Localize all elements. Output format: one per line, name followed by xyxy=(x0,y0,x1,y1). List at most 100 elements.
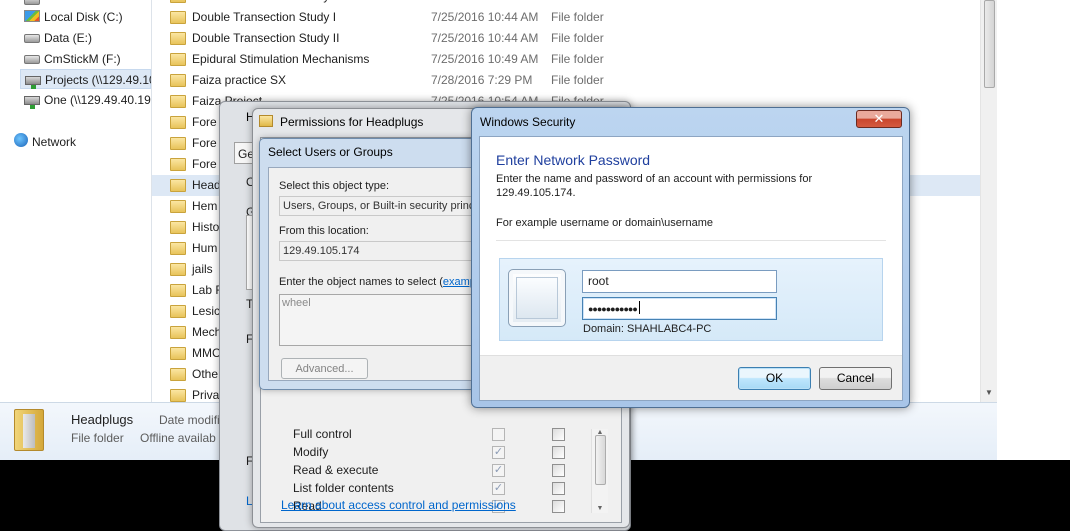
explorer-scrollbar[interactable]: ▼ xyxy=(980,0,997,402)
file-name: Double Transection Study II xyxy=(192,31,340,45)
file-name: Head xyxy=(192,178,221,192)
folder-icon xyxy=(170,116,186,129)
allow-checkbox[interactable]: ✓ xyxy=(492,482,505,495)
location-label: From this location: xyxy=(279,225,369,237)
file-row[interactable]: Double Transection Study II 7/25/2016 10:… xyxy=(152,28,980,49)
nav-item-projects[interactable]: Projects (\\129.49.10 xyxy=(20,69,151,89)
learn-permissions-link[interactable]: Learn about access control and permissio… xyxy=(281,498,516,512)
network-drive-icon xyxy=(25,76,41,89)
permission-label: List folder contents xyxy=(293,481,394,495)
password-input[interactable]: ●●●●●●●●●●● xyxy=(582,297,777,320)
object-names-input[interactable]: wheel xyxy=(279,294,479,346)
allow-checkbox[interactable]: ✓ xyxy=(492,446,505,459)
file-type: File folder xyxy=(551,52,604,66)
separator xyxy=(496,240,886,241)
scroll-down-arrow-icon[interactable]: ▼ xyxy=(592,505,608,513)
allow-checkbox[interactable] xyxy=(492,428,505,441)
folder-icon xyxy=(170,74,186,87)
folder-icon xyxy=(170,326,186,339)
details-offline-label: Offline availab xyxy=(140,431,216,445)
navigation-pane: Local Disk (C:) Data (E:) CmStickM (F:) … xyxy=(0,0,152,402)
scrollbar-thumb[interactable] xyxy=(595,435,606,485)
dialog-footer: OK Cancel xyxy=(480,355,902,400)
file-row[interactable]: Epidural Stimulation Mechanisms 7/25/2016… xyxy=(152,49,980,70)
network-icon xyxy=(14,133,28,147)
deny-checkbox[interactable] xyxy=(552,428,565,441)
details-name: Headplugs xyxy=(71,412,134,427)
drive-icon xyxy=(24,55,40,64)
dialog-title: Permissions for Headplugs xyxy=(280,115,424,129)
security-heading: Enter Network Password xyxy=(496,152,651,168)
file-date: 7/25/2016 10:44 AM xyxy=(431,10,539,24)
file-name: MMC xyxy=(192,346,221,360)
scrollbar-thumb[interactable] xyxy=(984,0,995,88)
deny-checkbox[interactable] xyxy=(552,500,565,513)
folder-icon xyxy=(170,137,186,150)
folder-icon xyxy=(170,242,186,255)
file-date: 7/28/2016 7:29 PM xyxy=(431,73,533,87)
scroll-down-arrow-icon[interactable]: ▼ xyxy=(981,386,997,400)
folder-icon xyxy=(170,95,186,108)
deny-checkbox[interactable] xyxy=(552,446,565,459)
nav-item-data[interactable]: Data (E:) xyxy=(24,28,92,48)
password-mask: ●●●●●●●●●●● xyxy=(588,304,638,314)
folder-icon xyxy=(170,284,186,297)
details-date-label: Date modifi xyxy=(159,413,220,427)
close-icon[interactable]: ✕ xyxy=(856,110,902,128)
file-row[interactable]: Faiza practice SX 7/28/2016 7:29 PM File f… xyxy=(152,70,980,91)
file-name: Hem xyxy=(192,199,218,213)
nav-item-network[interactable]: Network xyxy=(14,132,76,152)
dialog-title: Select Users or Groups xyxy=(268,145,393,159)
security-description: Enter the name and password of an accoun… xyxy=(496,173,813,199)
nav-item-local-disk[interactable]: Local Disk (C:) xyxy=(24,7,123,27)
folder-large-icon xyxy=(14,409,44,451)
select-users-dialog: Select Users or Groups Select this objec… xyxy=(259,138,490,390)
file-name: Priva xyxy=(192,388,220,402)
file-row[interactable]: Double Transection Study I 7/25/2016 10:4… xyxy=(152,7,980,28)
file-type: File folder xyxy=(551,73,604,87)
file-date: 7/25/2016 10:49 AM xyxy=(431,52,539,66)
folder-icon xyxy=(170,32,186,45)
text-cursor xyxy=(638,301,640,314)
folder-icon xyxy=(170,221,186,234)
ok-button[interactable]: OK xyxy=(738,367,811,390)
file-name: jails xyxy=(192,262,213,276)
nav-item-one[interactable]: One (\\129.49.40.191 xyxy=(24,90,152,110)
username-input[interactable]: root xyxy=(582,270,777,293)
file-row[interactable]: Double Transection Study II 7/25/2016 10:… xyxy=(152,0,980,7)
permission-label: Read & execute xyxy=(293,463,379,477)
file-name: Epidural Stimulation Mechanisms xyxy=(192,52,370,66)
file-name: Histo xyxy=(192,220,220,234)
folder-icon xyxy=(170,179,186,192)
nav-item-label: One (\\129.49.40.191 xyxy=(44,93,152,107)
drive-icon xyxy=(24,34,40,43)
allow-checkbox[interactable]: ✓ xyxy=(492,464,505,477)
credential-tile: root ●●●●●●●●●●● Domain: SHAHLABC4-PC xyxy=(499,258,883,341)
folder-icon xyxy=(170,158,186,171)
file-name: Fore xyxy=(192,136,217,150)
cancel-button[interactable]: Cancel xyxy=(819,367,892,390)
nav-item-label: Projects (\\129.49.10 xyxy=(45,73,152,87)
deny-checkbox[interactable] xyxy=(552,482,565,495)
windows-security-dialog: Windows Security ✕ Enter Network Passwor… xyxy=(471,107,910,408)
select-users-client: Select this object type: Users, Groups, … xyxy=(268,167,490,381)
folder-icon xyxy=(170,305,186,318)
folder-icon xyxy=(170,368,186,381)
folder-icon xyxy=(170,0,186,3)
file-name: Fore xyxy=(192,157,217,171)
file-type: File folder xyxy=(551,31,604,45)
network-drive-icon xyxy=(24,96,40,109)
object-type-label: Select this object type: xyxy=(279,180,390,192)
file-name: Mech xyxy=(192,325,222,339)
advanced-button[interactable]: Advanced... xyxy=(281,358,368,379)
file-name: Double Transection Study II xyxy=(192,0,339,7)
permission-label: Full control xyxy=(293,427,352,441)
nav-item-cmstickm[interactable]: CmStickM (F:) xyxy=(24,49,121,69)
details-type: File folder xyxy=(71,431,124,445)
deny-checkbox[interactable] xyxy=(552,464,565,477)
permission-label: Modify xyxy=(293,445,329,459)
permissions-scrollbar[interactable]: ▲ ▼ xyxy=(591,429,608,513)
file-type: File folder xyxy=(551,10,604,24)
folder-icon xyxy=(170,263,186,276)
location-field: 129.49.105.174 xyxy=(279,241,479,261)
